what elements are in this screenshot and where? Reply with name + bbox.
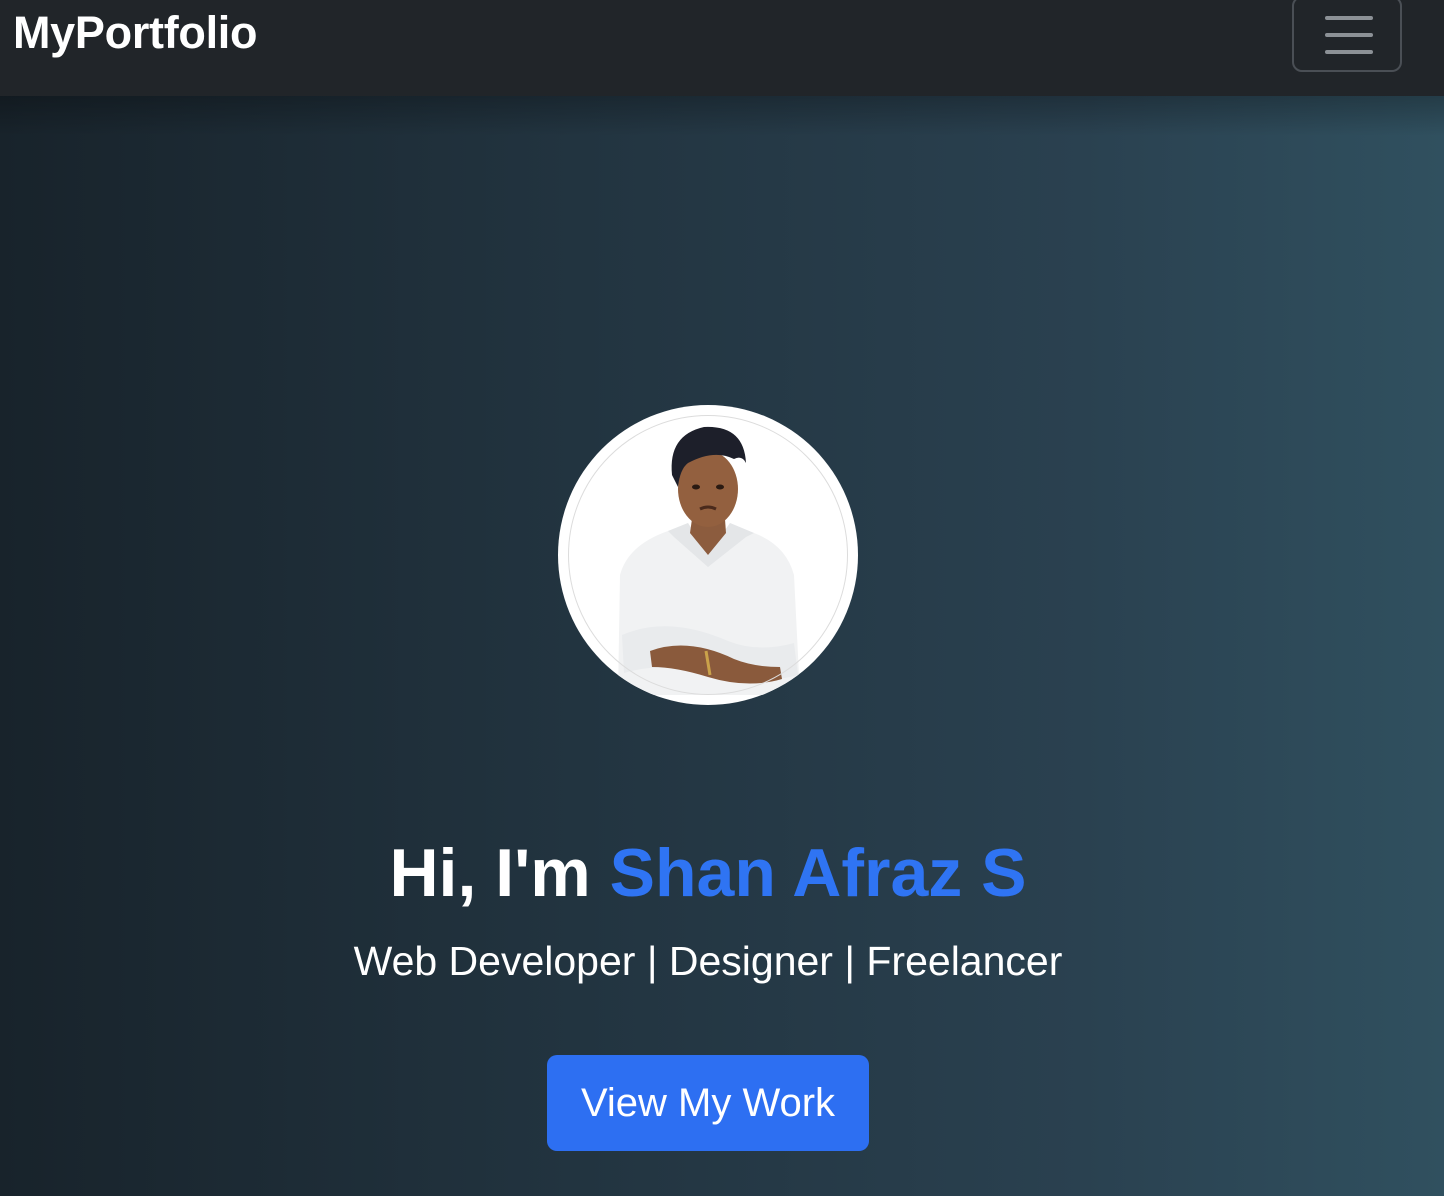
name-highlight: Shan Afraz S [609, 835, 1027, 911]
hero-heading: Hi, I'm Shan Afraz S [0, 833, 1416, 913]
hero-tagline: Web Developer | Designer | Freelancer [353, 938, 1063, 984]
view-my-work-button[interactable]: View My Work [547, 1055, 869, 1151]
brand-logo[interactable]: MyPortfolio [13, 6, 257, 60]
profile-photo [558, 405, 858, 705]
greeting-text: Hi, I'm [389, 835, 610, 911]
profile-photo-ring [568, 415, 848, 695]
hamburger-menu-icon-bar [1325, 50, 1373, 54]
hamburger-menu-icon [1325, 16, 1373, 20]
hero-shadow [0, 96, 1444, 136]
navbar-toggle-button[interactable] [1292, 0, 1402, 72]
navbar: MyPortfolio [0, 0, 1444, 96]
hamburger-menu-icon-bar [1325, 33, 1373, 37]
